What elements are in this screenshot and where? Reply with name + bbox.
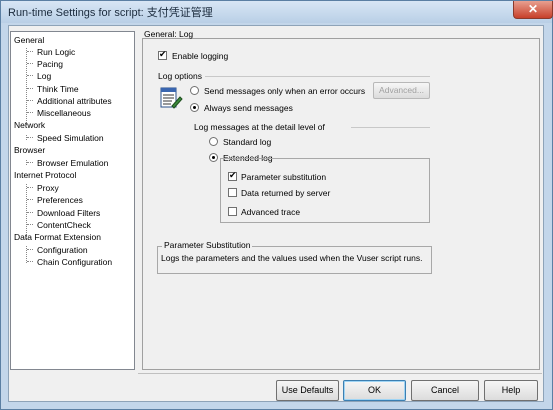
tree-branch (27, 199, 33, 200)
always-send-radio[interactable] (190, 103, 199, 112)
tree-item-run-logic[interactable]: Run Logic (37, 47, 75, 57)
standard-log-label: Standard log (223, 137, 272, 147)
tree-item-preferences[interactable]: Preferences (37, 195, 83, 205)
tree-item-contentcheck[interactable]: ContentCheck (37, 220, 91, 230)
run-time-settings-window: Run-time Settings for script: 支付凭证管理 ✕ G… (0, 0, 553, 410)
panel-header: General: Log (144, 29, 194, 39)
tree-branch (27, 187, 33, 188)
data-returned-label: Data returned by server (241, 188, 331, 198)
parameter-substitution-checkbox[interactable] (228, 170, 237, 181)
tree-item-miscellaneous[interactable]: Miscellaneous (37, 108, 91, 118)
tree-item-internet-protocol[interactable]: Internet Protocol (14, 170, 76, 180)
tree-item-browser-emulation[interactable]: Browser Emulation (37, 158, 108, 168)
tree-item-pacing[interactable]: Pacing (37, 59, 63, 69)
tree-item-data-format-extension[interactable]: Data Format Extension (14, 232, 101, 242)
tree-item-additional-attributes[interactable]: Additional attributes (37, 96, 112, 106)
detail-level-divider (351, 127, 430, 128)
tree-branch (27, 100, 33, 101)
close-icon[interactable]: ✕ (513, 1, 553, 19)
tree-branch (27, 137, 33, 138)
tree-item-network[interactable]: Network (14, 120, 45, 130)
help-button[interactable]: Help (484, 380, 538, 401)
tree-item-speed-simulation[interactable]: Speed Simulation (37, 133, 104, 143)
tree-branch (27, 75, 33, 76)
extended-log-radio[interactable] (209, 153, 218, 162)
advanced-trace-checkbox[interactable] (228, 207, 237, 216)
settings-tree: General Run Logic Pacing Log Think Time … (10, 31, 135, 370)
tree-branch (27, 212, 33, 213)
button-separator (138, 373, 542, 374)
enable-logging-label: Enable logging (172, 51, 229, 61)
enable-logging-checkbox[interactable] (158, 49, 167, 60)
tree-item-download-filters[interactable]: Download Filters (37, 208, 100, 218)
advanced-trace-label: Advanced trace (241, 207, 301, 217)
errors-only-radio[interactable] (190, 86, 199, 95)
description-text: Logs the parameters and the values used … (161, 253, 423, 263)
log-options-label: Log options (158, 71, 202, 81)
tree-item-general[interactable]: General (14, 35, 44, 45)
title-bar[interactable]: Run-time Settings for script: 支付凭证管理 ✕ (1, 1, 553, 23)
detail-level-label: Log messages at the detail level of (194, 122, 325, 132)
tree-branch (27, 261, 33, 262)
use-defaults-button[interactable]: Use Defaults (276, 380, 339, 401)
ok-button[interactable]: OK (343, 380, 406, 401)
tree-branch (27, 162, 33, 163)
tree-branch (27, 88, 33, 89)
tree-item-log[interactable]: Log (37, 71, 51, 81)
standard-log-radio[interactable] (209, 137, 218, 146)
tree-branch (27, 51, 33, 52)
tree-connector (26, 48, 27, 125)
always-send-label: Always send messages (204, 103, 293, 113)
tree-branch (27, 63, 33, 64)
tree-branch (27, 112, 33, 113)
description-title: Parameter Substitution (162, 240, 253, 250)
tree-item-proxy[interactable]: Proxy (37, 183, 59, 193)
errors-only-label: Send messages only when an error occurs (204, 86, 366, 96)
advanced-button[interactable]: Advanced... (373, 82, 430, 99)
log-file-icon (159, 86, 183, 110)
tree-item-chain-configuration[interactable]: Chain Configuration (37, 257, 112, 267)
tree-branch (27, 224, 33, 225)
log-options-divider (205, 76, 430, 77)
tree-item-think-time[interactable]: Think Time (37, 84, 79, 94)
tree-item-browser[interactable]: Browser (14, 145, 45, 155)
window-title: Run-time Settings for script: 支付凭证管理 (8, 7, 213, 19)
parameter-substitution-label: Parameter substitution (241, 172, 327, 182)
cancel-button[interactable]: Cancel (411, 380, 479, 401)
data-returned-checkbox[interactable] (228, 188, 237, 197)
tree-item-configuration[interactable]: Configuration (37, 245, 88, 255)
tree-branch (27, 249, 33, 250)
